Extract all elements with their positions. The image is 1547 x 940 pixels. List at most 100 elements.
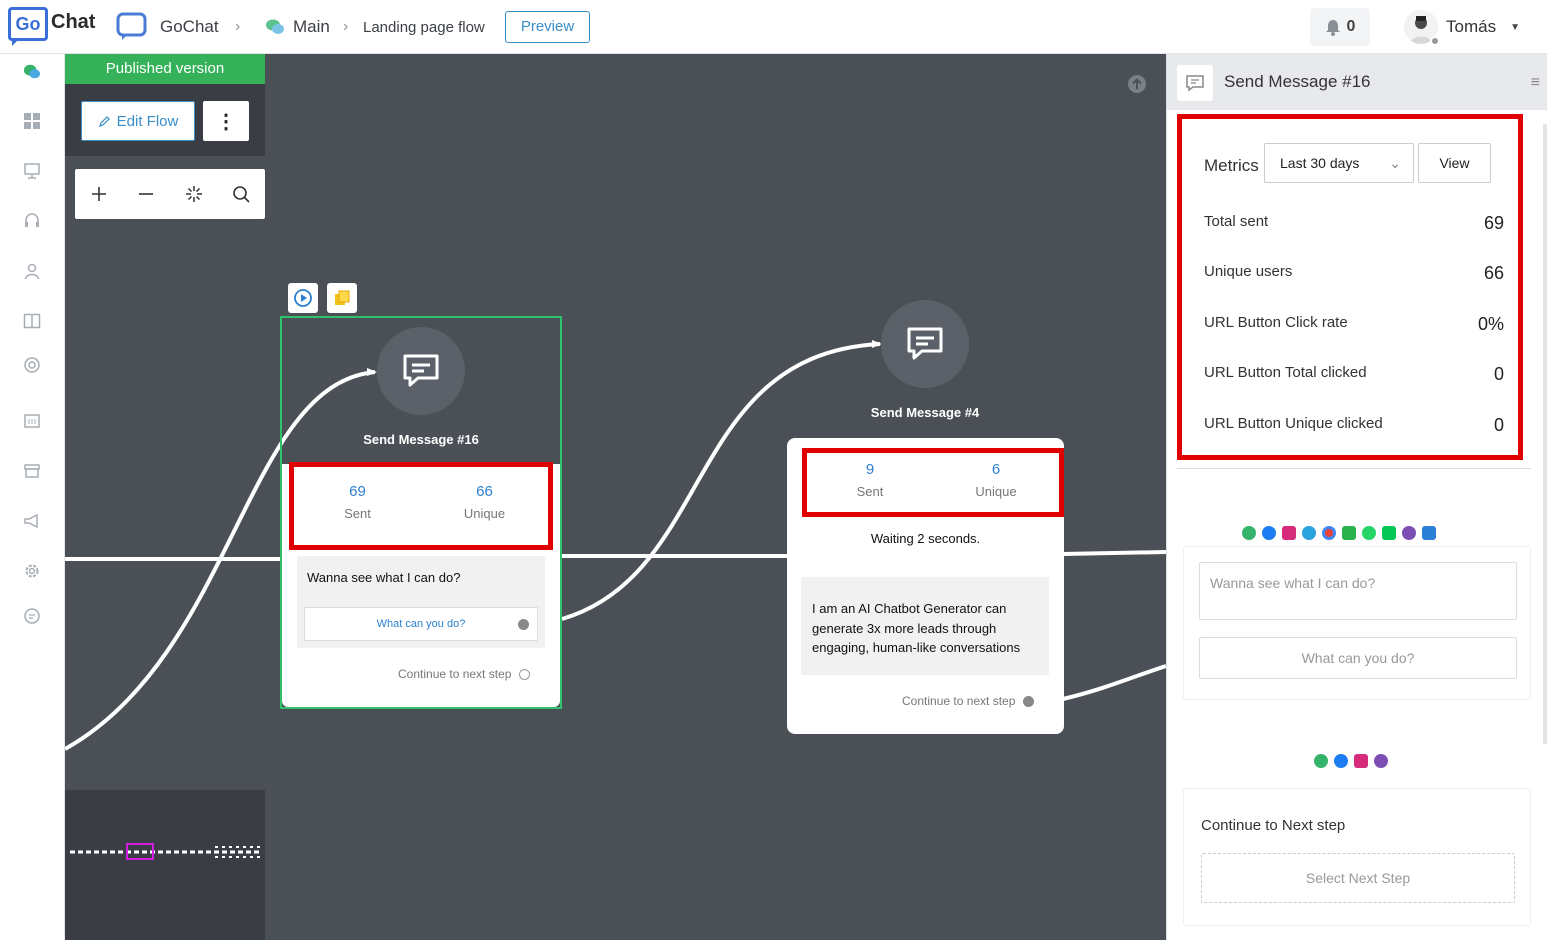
continue-label: Continue to next step [398, 667, 512, 681]
chat-bubble-icon [116, 12, 147, 40]
quick-reply-input[interactable]: What can you do? [1199, 637, 1517, 679]
dashboard-icon[interactable] [22, 111, 42, 131]
message-input[interactable]: Wanna see what I can do? [1199, 562, 1517, 620]
menu-icon[interactable]: ≡ [1531, 74, 1540, 92]
gochat-logo[interactable]: Go Chat [8, 7, 100, 47]
copy-node-button[interactable] [327, 283, 357, 313]
node-stats: 69 Sent 66 Unique [289, 462, 553, 550]
message-bubble: Wanna see what I can do? What can you do… [297, 556, 545, 648]
archive-icon[interactable] [22, 461, 42, 481]
breadcrumb-folder[interactable]: Main [265, 0, 330, 54]
wechat-green-icon [1342, 526, 1356, 540]
metric-row: Total sent 69 [1204, 213, 1504, 233]
search-icon[interactable] [226, 179, 256, 209]
flow-canvas[interactable]: Published version Edit Flow ⋮ Send Messa… [65, 54, 1166, 940]
node-stats: 9 Sent 6 Unique [802, 448, 1064, 517]
period-select[interactable]: Last 30 days ⌄ [1264, 143, 1414, 183]
telegram-icon [1302, 526, 1316, 540]
viber-icon [1374, 754, 1388, 768]
metric-label: URL Button Total clicked [1204, 364, 1367, 381]
stat-unique-value: 6 [991, 461, 1001, 478]
gear-icon[interactable] [22, 561, 42, 581]
breadcrumb-flow-label: Landing page flow [363, 18, 485, 36]
support-icon[interactable] [22, 355, 42, 375]
metric-row: Unique users 66 [1204, 263, 1504, 283]
stat-unique: 6 Unique [933, 453, 1059, 512]
stat-unique-label: Unique [975, 484, 1017, 499]
breadcrumb-workspace[interactable]: GoChat [116, 0, 219, 54]
edit-flow-button[interactable]: Edit Flow [81, 101, 195, 141]
messenger-icon [1334, 754, 1348, 768]
continue-connector[interactable] [1023, 696, 1034, 707]
breadcrumb-workspace-label: GoChat [160, 17, 219, 36]
scroll-up-icon[interactable] [1127, 74, 1147, 94]
message-node-icon [377, 327, 465, 415]
user-name: Tomás [1446, 17, 1497, 36]
zoom-in-icon[interactable] [84, 179, 114, 209]
select-next-step-button[interactable]: Select Next Step [1201, 853, 1515, 903]
pencil-icon [98, 115, 110, 127]
whatsapp-icon [1362, 526, 1376, 540]
metric-value: 69 [1483, 213, 1504, 233]
play-icon [294, 289, 312, 307]
megaphone-icon[interactable] [22, 511, 42, 531]
metric-value: 0 [1493, 364, 1504, 384]
test-node-button[interactable] [288, 283, 318, 313]
user-menu[interactable]: Tomás ▼ [1404, 6, 1520, 48]
view-button[interactable]: View [1418, 143, 1491, 183]
right-panel: Send Message #16 ≡ Metrics Last 30 days … [1166, 54, 1547, 940]
zoom-toolbar [75, 169, 265, 219]
breadcrumb-flow[interactable]: Landing page flow [363, 0, 485, 54]
quick-reply-connector[interactable] [518, 619, 529, 630]
metrics-label: Metrics [1204, 156, 1259, 175]
minimap[interactable] [65, 790, 265, 940]
continue-connector[interactable] [519, 669, 530, 680]
message-card: Wanna see what I can do? What can you do… [1183, 546, 1531, 700]
zoom-out-icon[interactable] [131, 179, 161, 209]
wechat-icon [1242, 526, 1256, 540]
stat-sent: 69 Sent [294, 467, 421, 545]
message-icon [1177, 65, 1213, 101]
stat-sent-value: 69 [349, 483, 366, 500]
divider [1177, 468, 1531, 469]
wechat-icon [1314, 754, 1328, 768]
flows-icon[interactable] [22, 62, 42, 82]
stat-unique: 66 Unique [421, 467, 548, 545]
copy-icon [335, 290, 350, 305]
messenger-icon [1262, 526, 1276, 540]
continue-card: Continue to Next step Select Next Step [1183, 788, 1531, 926]
continue-title: Continue to Next step [1201, 817, 1346, 834]
more-options-button[interactable]: ⋮ [203, 101, 249, 141]
book-icon[interactable] [22, 311, 42, 331]
stat-unique-label: Unique [463, 506, 506, 521]
caret-down-icon: ▼ [1510, 21, 1520, 33]
scrollbar[interactable] [1543, 124, 1547, 744]
logo-wordmark: Chat [51, 11, 96, 33]
instagram-icon [1282, 526, 1296, 540]
metric-row: URL Button Total clicked 0 [1204, 364, 1504, 384]
notifications-button[interactable]: 0 [1310, 8, 1370, 46]
quick-reply-button[interactable]: What can you do? [304, 607, 538, 641]
minimap-preview [70, 843, 260, 860]
period-select-value: Last 30 days [1280, 155, 1360, 171]
chevron-right-icon: › [343, 18, 349, 35]
message-bubble: I am an AI Chatbot Generator can generat… [801, 577, 1049, 675]
stat-sent: 9 Sent [807, 453, 933, 512]
stat-sent-label: Sent [344, 506, 371, 521]
metric-label: URL Button Unique clicked [1204, 415, 1383, 432]
panel-title: Send Message #16 [1224, 72, 1371, 91]
fit-view-icon[interactable] [179, 179, 209, 209]
headset-icon[interactable] [22, 211, 42, 231]
logo-tail [12, 38, 20, 46]
chat-folder-icon [266, 19, 284, 34]
user-icon[interactable] [22, 261, 42, 281]
left-sidebar [0, 54, 65, 940]
message-text: I am an AI Chatbot Generator can generat… [812, 601, 1021, 655]
presentation-icon[interactable] [22, 161, 42, 181]
preview-button[interactable]: Preview [505, 11, 590, 43]
calendar-icon[interactable] [22, 411, 42, 431]
status-indicator [1430, 36, 1440, 46]
comment-icon[interactable] [22, 606, 42, 626]
published-version-banner: Published version [65, 54, 265, 84]
metric-row: URL Button Unique clicked 0 [1204, 415, 1504, 435]
